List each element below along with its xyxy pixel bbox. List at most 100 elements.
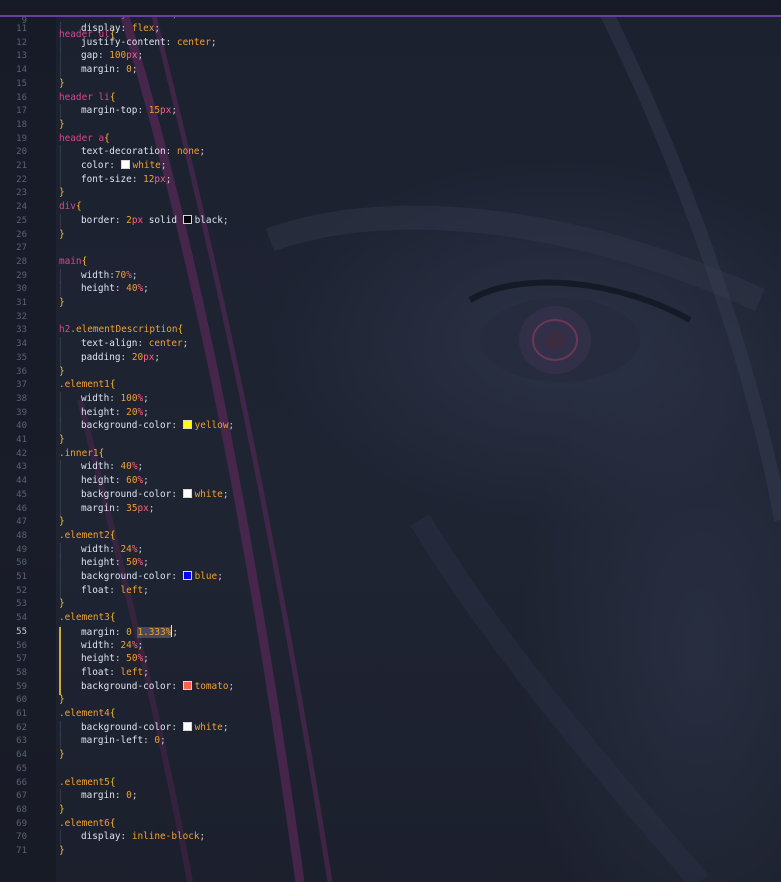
color-swatch-icon: [182, 488, 192, 498]
code-line[interactable]: 36}: [0, 365, 781, 379]
indent-guide: [60, 337, 61, 352]
code-line[interactable]: 32: [0, 310, 781, 324]
code-token: :: [171, 420, 183, 432]
code-editor[interactable]: 10 list-style: none;11display: flex;12ju…: [0, 0, 781, 882]
code-line[interactable]: 54 .element3{: [0, 611, 781, 625]
code-line[interactable]: 17 margin-top: 15px;: [0, 104, 781, 119]
line-number: 67: [16, 791, 27, 802]
line-number: 34: [16, 339, 27, 350]
code-line[interactable]: 50 height: 50%;: [0, 556, 781, 571]
code-line[interactable]: 43 width: 40%;: [0, 460, 781, 475]
code-line[interactable]: 29 width:70%;: [0, 268, 781, 283]
code-line[interactable]: 39 height: 20%;: [0, 405, 781, 420]
code-line[interactable]: 60}: [0, 693, 781, 707]
code-token: {: [98, 447, 105, 459]
code-line[interactable]: 42 .inner1{: [0, 447, 781, 461]
line-number: 22: [16, 174, 27, 185]
code-line[interactable]: 24 div{: [0, 200, 781, 214]
code-token: ;: [228, 420, 235, 432]
code-token: ;: [160, 735, 166, 747]
code-token: ;: [137, 50, 144, 62]
code-token: li: [98, 91, 110, 103]
code-line[interactable]: 33 h2.elementDescription{: [0, 323, 781, 337]
code-line[interactable]: 48 .element2{: [0, 529, 781, 543]
code-line[interactable]: 18}: [0, 118, 781, 132]
code-line[interactable]: 11 display: flex;: [0, 22, 781, 36]
code-token: ;: [171, 105, 177, 117]
code-line[interactable]: 46 margin: 35px;: [0, 501, 781, 516]
line-number: 14: [16, 65, 27, 76]
line-code: .inner1{: [59, 447, 104, 461]
sticky-line-number: 9: [21, 16, 27, 26]
code-area[interactable]: 10 list-style: none;11display: flex;12ju…: [0, 0, 781, 882]
code-token: px: [154, 173, 166, 185]
code-line[interactable]: 19 header a{: [0, 132, 781, 146]
line-number: 26: [16, 229, 27, 240]
code-line[interactable]: 40 background-color: yellow;: [0, 419, 781, 434]
code-line[interactable]: 44 height: 60%;: [0, 474, 781, 489]
code-line[interactable]: 38 width: 100%;: [0, 391, 781, 406]
code-line[interactable]: 65: [0, 762, 781, 776]
code-line[interactable]: 27: [0, 241, 781, 255]
code-line[interactable]: 37 .element1{: [0, 378, 781, 392]
sticky-line[interactable]: 9 header ul{: [0, 0, 781, 40]
code-line[interactable]: 55 margin: 0 1.333%;: [0, 624, 781, 639]
code-line[interactable]: 70 display: inline-block;: [0, 830, 781, 845]
code-line[interactable]: 47}: [0, 515, 781, 529]
sticky-scroll-header[interactable]: 9 header ul{: [0, 0, 781, 40]
code-line[interactable]: 61 .element4{: [0, 707, 781, 721]
code-line[interactable]: 22 font-size: 12px;: [0, 172, 781, 187]
code-line[interactable]: 64}: [0, 748, 781, 762]
code-line[interactable]: 68}: [0, 803, 781, 817]
code-token: height: [81, 557, 115, 569]
code-line[interactable]: 41}: [0, 433, 781, 447]
code-line[interactable]: 14 margin: 0;: [0, 63, 781, 78]
code-line[interactable]: 63 margin-left: 0;: [0, 734, 781, 749]
code-token: white: [132, 160, 161, 171]
code-line[interactable]: 31}: [0, 296, 781, 310]
code-line[interactable]: 45 background-color: white;: [0, 487, 781, 502]
code-line[interactable]: 35 padding: 20px;: [0, 350, 781, 365]
code-line[interactable]: 52 float: left;: [0, 583, 781, 598]
code-line[interactable]: 67 margin: 0;: [0, 789, 781, 804]
code-line[interactable]: 71}: [0, 844, 781, 858]
indent-guide: [60, 542, 61, 557]
code-line[interactable]: 12 justify-content: center;: [0, 35, 781, 50]
code-line[interactable]: 56 width: 24%;: [0, 638, 781, 653]
code-line[interactable]: 62 background-color: white;: [0, 720, 781, 735]
code-token: :: [114, 557, 127, 569]
code-token: gap: [81, 50, 98, 62]
code-line[interactable]: 15}: [0, 77, 781, 91]
line-code: height: 40%;: [81, 282, 149, 296]
code-line[interactable]: 30 height: 40%;: [0, 282, 781, 297]
code-line[interactable]: 57 height: 50%;: [0, 652, 781, 667]
line-number: 69: [16, 818, 27, 829]
code-line[interactable]: 20 text-decoration: none;: [0, 145, 781, 160]
code-line[interactable]: 26}: [0, 228, 781, 242]
code-token: center: [176, 36, 211, 48]
code-line[interactable]: 69 .element6{: [0, 817, 781, 831]
code-line[interactable]: 23}: [0, 186, 781, 200]
code-token: 100: [120, 392, 138, 404]
code-line[interactable]: 58 float: left;: [0, 665, 781, 680]
code-line[interactable]: 21 color: white;: [0, 159, 781, 173]
code-line[interactable]: 51 background-color: blue;: [0, 570, 781, 584]
line-code: }: [59, 844, 65, 858]
code-line[interactable]: 53}: [0, 597, 781, 611]
line-number: 39: [16, 407, 27, 418]
code-line[interactable]: 66 .element5{: [0, 776, 781, 790]
code-line[interactable]: 59 background-color: tomato;: [0, 679, 781, 694]
code-line[interactable]: 34 text-align: center;: [0, 337, 781, 352]
code-line[interactable]: 28 main{: [0, 255, 781, 269]
line-number: 40: [16, 421, 27, 432]
line-code: .element1{: [59, 378, 115, 392]
code-line[interactable]: 13 gap: 100px;: [0, 49, 781, 64]
code-token: ;: [137, 639, 144, 651]
code-line[interactable]: 16 header li{: [0, 91, 781, 105]
code-line[interactable]: 25 border: 2px solid black;: [0, 213, 781, 228]
line-number: 61: [16, 709, 27, 719]
line-number: 53: [16, 599, 27, 610]
code-token: 20: [131, 351, 144, 363]
code-line[interactable]: 49 width: 24%;: [0, 542, 781, 557]
code-token: :: [109, 392, 121, 404]
